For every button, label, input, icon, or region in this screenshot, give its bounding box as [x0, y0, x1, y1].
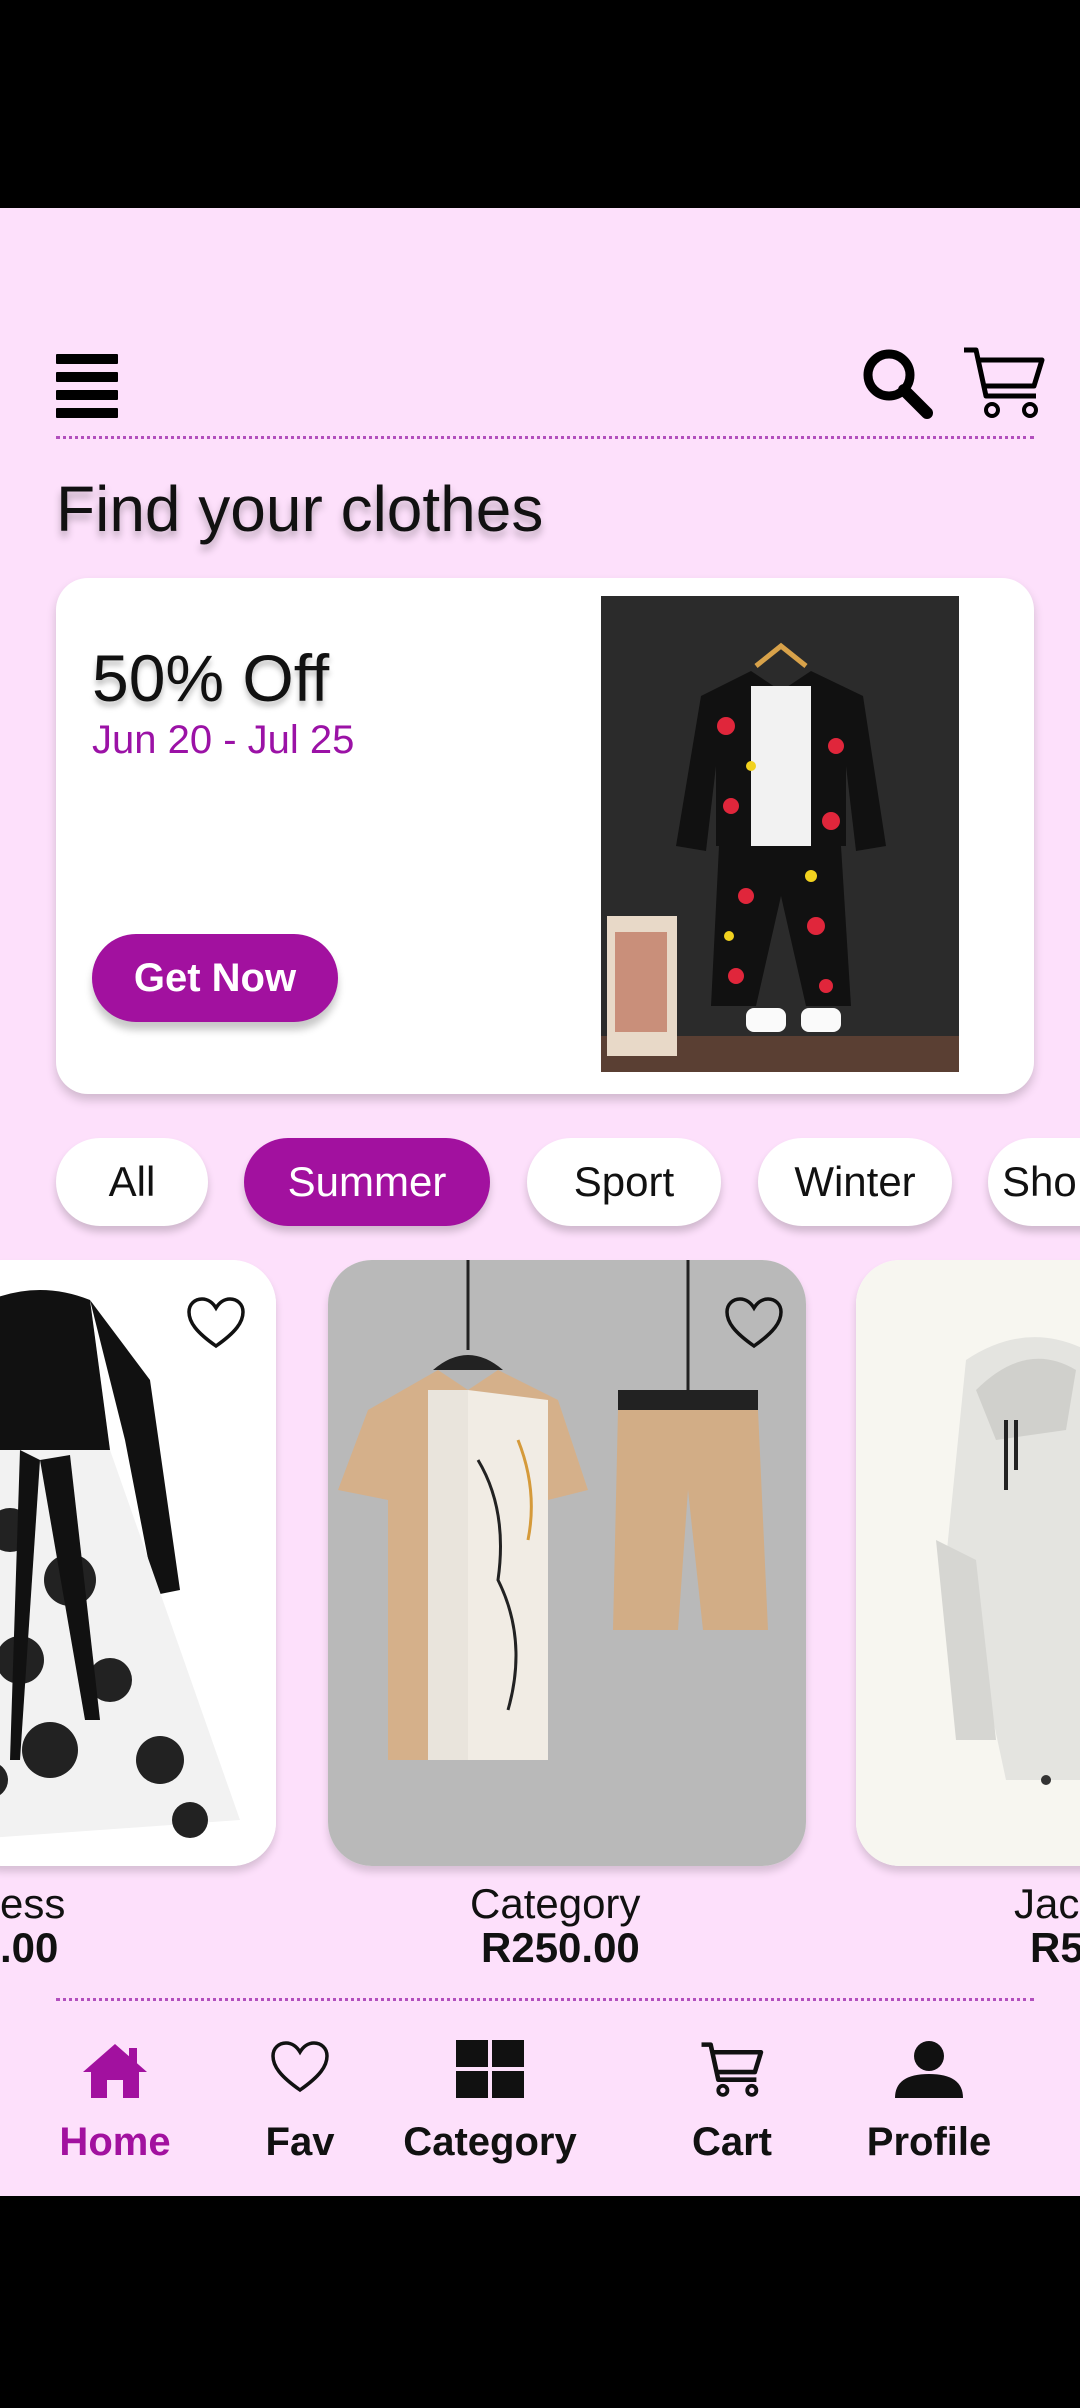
tab-label-cart: Cart — [691, 2120, 773, 2164]
product-image-jacket — [856, 1260, 1080, 1866]
product-image-dress — [0, 1260, 276, 1866]
tab-fav[interactable]: Fav — [240, 2028, 360, 2178]
menu-icon[interactable] — [56, 354, 118, 418]
chip-winter[interactable]: Winter — [758, 1138, 952, 1226]
product-price-dress: .00 — [0, 1924, 59, 1971]
app-screen: Find your clothes 50% Off Jun 20 - Jul 2… — [0, 208, 1080, 2196]
chip-sport[interactable]: Sport — [527, 1138, 721, 1226]
tab-profile[interactable]: Profile — [854, 2028, 1004, 2178]
tab-label-profile: Profile — [866, 2120, 992, 2164]
chip-all[interactable]: All — [56, 1138, 208, 1226]
promo-title: 50% Off — [92, 641, 330, 715]
status-bar — [0, 0, 1080, 208]
tab-home[interactable]: Home — [40, 2028, 190, 2178]
heart-icon[interactable] — [724, 1296, 784, 1350]
promo-dates: Jun 20 - Jul 25 — [92, 718, 355, 762]
header-divider — [56, 436, 1034, 439]
product-name-jacket: Jac — [1014, 1880, 1080, 1927]
product-name-dress: ess — [0, 1880, 66, 1927]
tab-label-category: Category — [403, 2120, 577, 2164]
heart-icon[interactable] — [186, 1296, 246, 1350]
product-card-dress[interactable] — [0, 1260, 276, 1866]
search-icon[interactable] — [860, 346, 934, 420]
chip-shoes[interactable]: Sho — [988, 1138, 1080, 1226]
tab-category[interactable]: Category — [390, 2028, 590, 2178]
chip-summer[interactable]: Summer — [244, 1138, 490, 1226]
product-price-jacket: R5 — [1030, 1924, 1080, 1971]
tab-label-home: Home — [59, 2120, 171, 2164]
person-icon — [895, 2041, 963, 2098]
tab-label-fav: Fav — [265, 2120, 335, 2164]
product-price-category: R250.00 — [481, 1924, 640, 1971]
page-title: Find your clothes — [56, 473, 544, 545]
product-card-jacket[interactable] — [856, 1260, 1080, 1866]
promo-card: 50% Off Jun 20 - Jul 25 Get Now — [56, 578, 1034, 1094]
cart-icon[interactable] — [962, 344, 1046, 420]
product-card-category[interactable] — [328, 1260, 806, 1866]
product-image-shirt-set — [328, 1260, 806, 1866]
system-navigation-bar — [0, 2196, 1080, 2408]
heart-icon — [271, 2041, 329, 2093]
cart-icon — [701, 2042, 764, 2097]
get-now-button[interactable]: Get Now — [92, 934, 338, 1022]
product-name-category: Category — [470, 1880, 641, 1927]
grid-icon — [456, 2040, 524, 2098]
tab-cart[interactable]: Cart — [672, 2028, 792, 2178]
home-icon — [83, 2044, 147, 2098]
nav-divider — [56, 1998, 1034, 2001]
promo-product-image — [601, 596, 959, 1072]
